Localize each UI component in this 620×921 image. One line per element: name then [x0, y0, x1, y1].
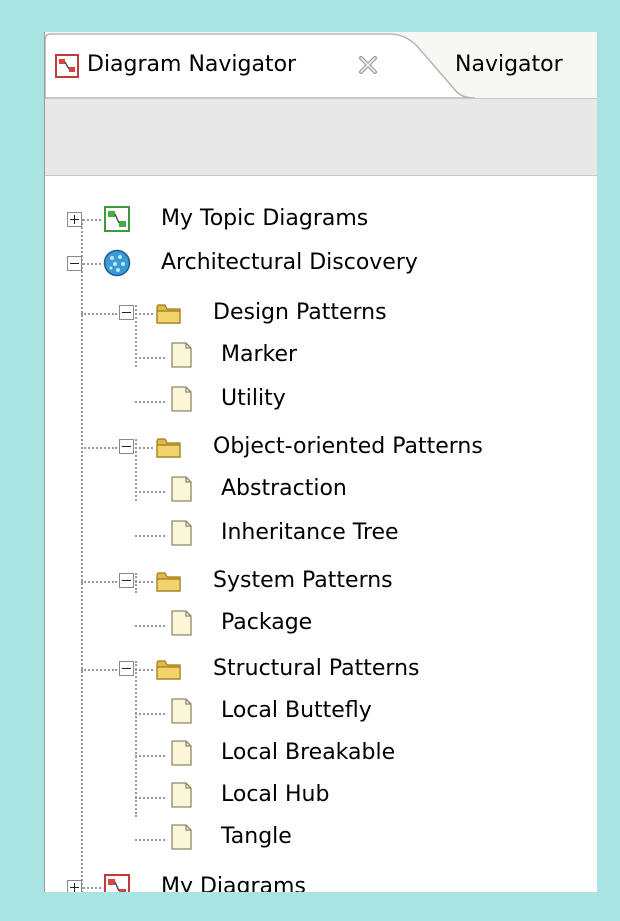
folder-icon	[155, 433, 183, 461]
tree-item-local-buttefly[interactable]: Local Buttefly	[221, 697, 372, 725]
tree-item-local-breakable[interactable]: Local Breakable	[221, 739, 395, 767]
collapse-toggle[interactable]	[119, 305, 134, 320]
tab-bar: Diagram Navigator Navigator	[45, 32, 597, 98]
tree-item-design-patterns[interactable]: Design Patterns	[213, 299, 387, 327]
document-icon	[167, 781, 195, 809]
tree-item-structural-patterns[interactable]: Structural Patterns	[213, 655, 420, 683]
tree-item-utility[interactable]: Utility	[221, 385, 286, 413]
tree-item-tangle[interactable]: Tangle	[221, 823, 292, 851]
tab-diagram-navigator[interactable]: Diagram Navigator	[45, 32, 475, 98]
navigator-tree: My Topic Diagrams Architectural Discover…	[45, 175, 597, 892]
tree-item-marker[interactable]: Marker	[221, 341, 297, 369]
expand-toggle[interactable]	[67, 212, 82, 227]
tree-item-local-hub[interactable]: Local Hub	[221, 781, 329, 809]
diagram-icon	[103, 873, 131, 892]
document-icon	[167, 519, 195, 547]
tab-label: Diagram Navigator	[87, 52, 297, 77]
folder-icon	[155, 299, 183, 327]
folder-icon	[155, 567, 183, 595]
expand-toggle[interactable]	[67, 880, 82, 892]
document-icon	[167, 385, 195, 413]
document-icon	[167, 341, 195, 369]
tree-guide	[81, 219, 83, 892]
document-icon	[167, 475, 195, 503]
tree-item-my-topic-diagrams[interactable]: My Topic Diagrams	[161, 205, 368, 233]
diagram-icon	[55, 54, 79, 78]
tree-item-inheritance-tree[interactable]: Inheritance Tree	[221, 519, 399, 547]
tree-guide	[135, 573, 137, 593]
tree-item-my-diagrams[interactable]: My Diagrams	[161, 873, 306, 892]
tree-item-object-oriented-patterns[interactable]: Object-oriented Patterns	[213, 433, 483, 461]
collapse-toggle[interactable]	[119, 573, 134, 588]
collapse-toggle[interactable]	[119, 661, 134, 676]
tree-item-system-patterns[interactable]: System Patterns	[213, 567, 393, 595]
tab-navigator[interactable]: Navigator	[455, 52, 563, 77]
tree-guide	[135, 661, 137, 817]
close-icon[interactable]	[357, 54, 379, 76]
document-icon	[167, 609, 195, 637]
tree-item-abstraction[interactable]: Abstraction	[221, 475, 347, 503]
document-icon	[167, 697, 195, 725]
document-icon	[167, 739, 195, 767]
view-toolbar	[45, 98, 597, 176]
globe-icon	[103, 249, 131, 277]
document-icon	[167, 823, 195, 851]
diagram-navigator-panel: Diagram Navigator Navigator My Topic Dia…	[44, 32, 597, 892]
tree-item-package[interactable]: Package	[221, 609, 312, 637]
collapse-toggle[interactable]	[67, 256, 82, 271]
folder-icon	[155, 655, 183, 683]
collapse-toggle[interactable]	[119, 439, 134, 454]
tree-item-architectural-discovery[interactable]: Architectural Discovery	[161, 249, 418, 277]
topic-diagram-icon	[103, 205, 131, 233]
